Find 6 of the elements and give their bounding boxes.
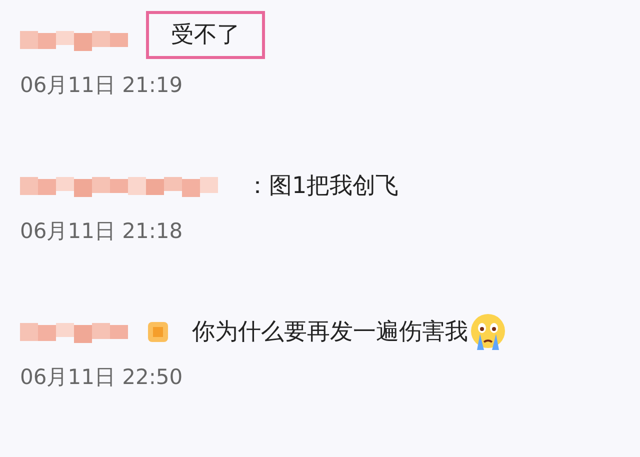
comment-text: 你为什么要再发一遍伤害我 <box>192 318 468 347</box>
comment-text: ：图1把我创飞 <box>246 172 399 201</box>
comment-text: 受不了 <box>146 10 265 60</box>
comment-date: 06月11日 21:19 <box>20 72 183 99</box>
comment-date: 06月11日 21:18 <box>20 218 183 245</box>
comment-date: 06月11日 22:50 <box>20 364 183 391</box>
